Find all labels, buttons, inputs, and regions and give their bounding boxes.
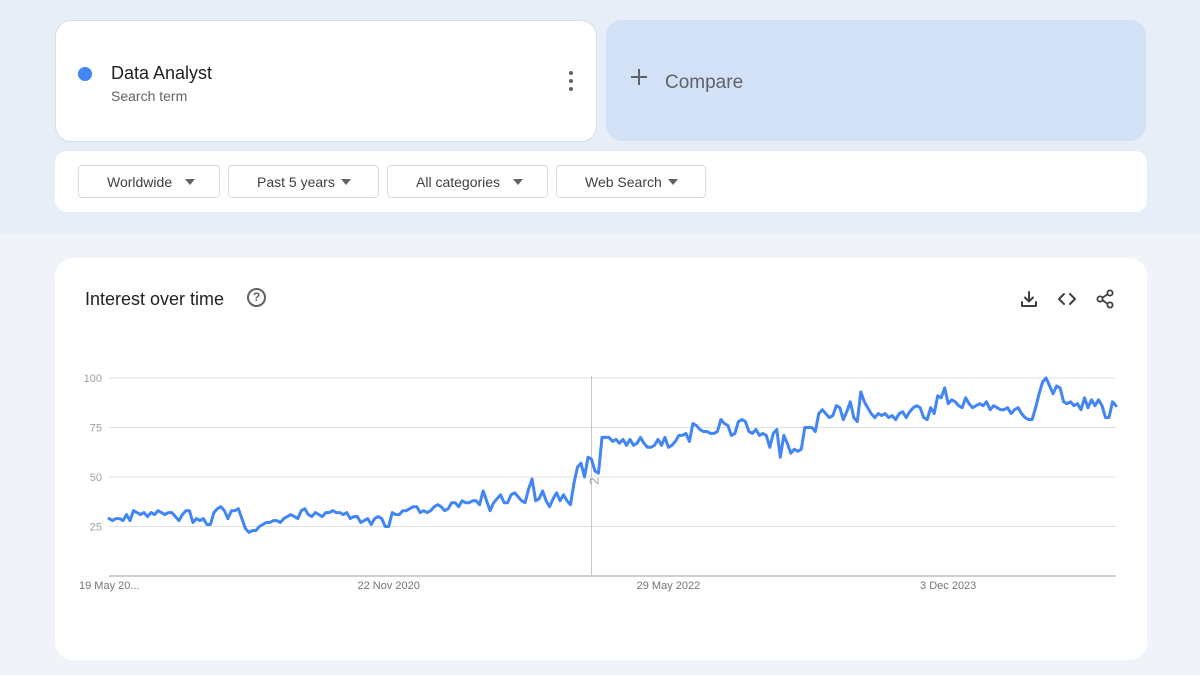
filter-bar: Worldwide Past 5 years All categories We… bbox=[55, 151, 1147, 212]
interest-line-chart: 25 50 75 100 19 May 20... 22 Nov 2020 29 May 2… bbox=[79, 373, 1118, 592]
time-range-filter-dropdown[interactable]: Past 5 years bbox=[228, 165, 379, 198]
search-type-filter-label: Web Search bbox=[585, 174, 662, 190]
chevron-down-icon bbox=[341, 179, 351, 185]
category-filter-label: All categories bbox=[416, 174, 501, 190]
compare-button[interactable]: Compare bbox=[606, 20, 1146, 141]
search-term-name[interactable]: Data Analyst bbox=[111, 63, 212, 84]
x-tick-label: 29 May 2022 bbox=[637, 580, 701, 592]
x-tick-label: 19 May 20... bbox=[79, 580, 140, 592]
location-filter-dropdown[interactable]: Worldwide bbox=[78, 165, 220, 198]
more-options-icon[interactable] bbox=[561, 69, 581, 93]
x-tick-label: 3 Dec 2023 bbox=[920, 580, 976, 592]
search-type-filter-dropdown[interactable]: Web Search bbox=[556, 165, 706, 198]
y-tick-label: 50 bbox=[90, 472, 102, 484]
note-marker-label: 2 bbox=[587, 477, 602, 484]
y-tick-label: 25 bbox=[90, 522, 102, 534]
chevron-down-icon bbox=[185, 179, 195, 185]
x-tick-label: 22 Nov 2020 bbox=[358, 580, 420, 592]
y-tick-label: 75 bbox=[90, 423, 102, 435]
y-tick-label: 100 bbox=[84, 373, 102, 385]
plus-icon bbox=[630, 68, 648, 86]
category-filter-dropdown[interactable]: All categories bbox=[387, 165, 548, 198]
term-color-dot bbox=[78, 67, 92, 81]
interest-over-time-card: Interest over time ? 25 50 75 100 19 May 20.… bbox=[55, 258, 1147, 660]
chevron-down-icon bbox=[513, 179, 523, 185]
compare-label: Compare bbox=[665, 72, 744, 93]
chevron-down-icon bbox=[668, 179, 678, 185]
location-filter-label: Worldwide bbox=[107, 174, 173, 190]
time-range-filter-label: Past 5 years bbox=[257, 174, 335, 190]
series-line bbox=[107, 376, 1118, 534]
search-term-card[interactable]: Data Analyst Search term bbox=[55, 20, 597, 142]
search-term-subtitle: Search term bbox=[111, 88, 188, 104]
